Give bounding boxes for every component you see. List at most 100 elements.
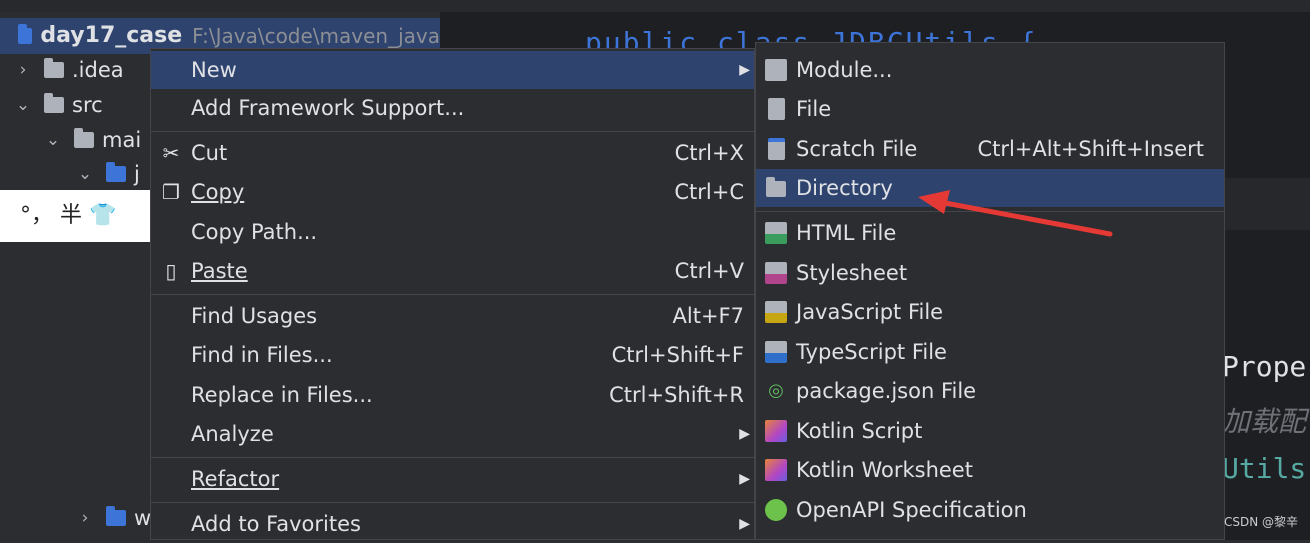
- project-folder-icon: [18, 24, 33, 44]
- new-submenu: Module... File Scratch File Ctrl+Alt+Shi…: [755, 42, 1225, 540]
- tree-item-label: w: [134, 506, 152, 530]
- kotlin-worksheet-icon: [764, 459, 788, 481]
- submenu-item-html-file[interactable]: HTML File: [756, 214, 1224, 252]
- tree-item-java[interactable]: ⌄ j: [76, 158, 140, 190]
- menu-item-add-framework-support[interactable]: Add Framework Support...: [151, 89, 754, 127]
- submenu-arrow-icon: ▶: [739, 471, 750, 487]
- folder-icon: [44, 93, 64, 113]
- tree-item-src[interactable]: ⌄ src: [14, 89, 103, 121]
- menu-item-label: HTML File: [796, 221, 897, 245]
- menu-item-label: Paste: [191, 259, 248, 283]
- menu-shortcut: Ctrl+Alt+Shift+Insert: [977, 137, 1204, 161]
- menu-item-label: Find in Files...: [191, 343, 333, 367]
- chevron-right-icon[interactable]: ›: [14, 61, 32, 79]
- menu-item-label: Replace in Files...: [191, 383, 373, 407]
- menu-separator: [151, 502, 754, 503]
- menu-item-label: Refactor: [191, 467, 280, 491]
- menu-separator: [151, 294, 754, 295]
- folder-icon: [74, 128, 94, 148]
- css-file-icon: [764, 262, 788, 284]
- context-menu: New ▶ Add Framework Support... ✂ Cut Ctr…: [150, 48, 755, 540]
- menu-item-label: Directory: [796, 176, 893, 200]
- code-snippet-comment: 加载配: [1222, 405, 1307, 438]
- editor-current-line: [1222, 178, 1310, 230]
- chevron-down-icon[interactable]: ⌄: [14, 96, 32, 114]
- menu-separator: [151, 131, 754, 132]
- file-icon: [764, 98, 788, 120]
- menu-item-label: Find Usages: [191, 304, 318, 328]
- tree-item-label: .idea: [72, 58, 124, 82]
- menu-item-label: OpenAPI Specification: [796, 498, 1027, 522]
- menu-item-cut[interactable]: ✂ Cut Ctrl+X: [151, 134, 754, 172]
- menu-shortcut: Ctrl+X: [674, 141, 744, 165]
- js-file-icon: [764, 301, 788, 323]
- kotlin-icon: [764, 420, 788, 442]
- ime-toolbar: °， 半 👕: [0, 190, 150, 242]
- menu-item-refactor[interactable]: Refactor ▶: [151, 460, 754, 498]
- submenu-item-kotlin-script[interactable]: Kotlin Script: [756, 412, 1224, 450]
- openapi-icon: [764, 499, 788, 521]
- menu-item-label: Module...: [796, 58, 893, 82]
- menu-item-label: Copy Path...: [191, 220, 318, 244]
- menu-item-replace-in-files[interactable]: Replace in Files... Ctrl+Shift+R: [151, 376, 754, 414]
- submenu-item-module[interactable]: Module...: [756, 51, 1224, 89]
- scratch-file-icon: [764, 138, 788, 160]
- menu-item-label: TypeScript File: [796, 340, 947, 364]
- chevron-down-icon[interactable]: ⌄: [76, 165, 94, 183]
- menu-item-label: Scratch File: [796, 137, 918, 161]
- module-icon: [764, 59, 788, 81]
- menu-item-new[interactable]: New ▶: [151, 51, 754, 89]
- menu-item-label: Copy: [191, 180, 245, 204]
- submenu-item-file[interactable]: File: [756, 90, 1224, 128]
- menu-item-find-usages[interactable]: Find Usages Alt+F7: [151, 297, 754, 335]
- submenu-item-directory[interactable]: Directory: [756, 169, 1224, 207]
- menu-item-label: Stylesheet: [796, 261, 908, 285]
- tree-item-label: src: [72, 93, 103, 117]
- menu-item-label: JavaScript File: [796, 300, 944, 324]
- copy-icon: ❐: [162, 180, 180, 204]
- menu-shortcut: Alt+F7: [672, 304, 744, 328]
- menu-item-find-in-files[interactable]: Find in Files... Ctrl+Shift+F: [151, 336, 754, 374]
- folder-icon: [106, 162, 126, 182]
- menu-item-label: package.json File: [796, 379, 977, 403]
- submenu-item-stylesheet[interactable]: Stylesheet: [756, 254, 1224, 292]
- submenu-item-javascript-file[interactable]: JavaScript File: [756, 293, 1224, 331]
- menu-item-label: Kotlin Script: [796, 419, 923, 443]
- menu-item-label: Add Framework Support...: [191, 96, 465, 120]
- menu-shortcut: Ctrl+Shift+R: [609, 383, 744, 407]
- web-folder-icon: [106, 506, 126, 526]
- menu-shortcut: Ctrl+C: [674, 180, 744, 204]
- submenu-item-package-json[interactable]: ◎ package.json File: [756, 372, 1224, 410]
- menu-shortcut: Ctrl+V: [674, 259, 744, 283]
- menu-item-analyze[interactable]: Analyze ▶: [151, 415, 754, 453]
- menu-item-label: Cut: [191, 141, 228, 165]
- tree-item-label: mai: [102, 128, 142, 152]
- submenu-item-scratch-file[interactable]: Scratch File Ctrl+Alt+Shift+Insert: [756, 130, 1224, 168]
- tree-item-web[interactable]: › w: [76, 502, 151, 534]
- menu-item-paste[interactable]: ▯ Paste Ctrl+V: [151, 252, 754, 290]
- submenu-item-openapi[interactable]: OpenAPI Specification: [756, 491, 1224, 529]
- submenu-item-kotlin-worksheet[interactable]: Kotlin Worksheet: [756, 451, 1224, 489]
- folder-icon: [764, 177, 788, 199]
- submenu-arrow-icon: ▶: [739, 62, 750, 78]
- tree-item-main[interactable]: ⌄ mai: [44, 124, 141, 156]
- menu-item-add-to-favorites[interactable]: Add to Favorites ▶: [151, 505, 754, 543]
- menu-item-label: File: [796, 97, 832, 121]
- submenu-item-typescript-file[interactable]: TypeScript File: [756, 333, 1224, 371]
- submenu-arrow-icon: ▶: [739, 426, 750, 442]
- chevron-down-icon[interactable]: ⌄: [44, 131, 62, 149]
- ts-file-icon: [764, 341, 788, 363]
- menu-item-label: Add to Favorites: [191, 512, 361, 536]
- menu-item-copy[interactable]: ❐ Copy Ctrl+C: [151, 173, 754, 211]
- submenu-arrow-icon: ▶: [739, 516, 750, 532]
- menu-item-label: Analyze: [191, 422, 274, 446]
- menu-item-label: New: [191, 58, 237, 82]
- menu-separator: [151, 457, 754, 458]
- watermark: CSDN @黎辛: [1223, 515, 1298, 529]
- folder-icon: [44, 58, 64, 78]
- menu-separator: [756, 211, 1224, 212]
- menu-item-copy-path[interactable]: Copy Path...: [151, 213, 754, 251]
- tree-item-idea[interactable]: › .idea: [14, 54, 124, 86]
- chevron-right-icon[interactable]: ›: [76, 509, 94, 527]
- html-file-icon: [764, 222, 788, 244]
